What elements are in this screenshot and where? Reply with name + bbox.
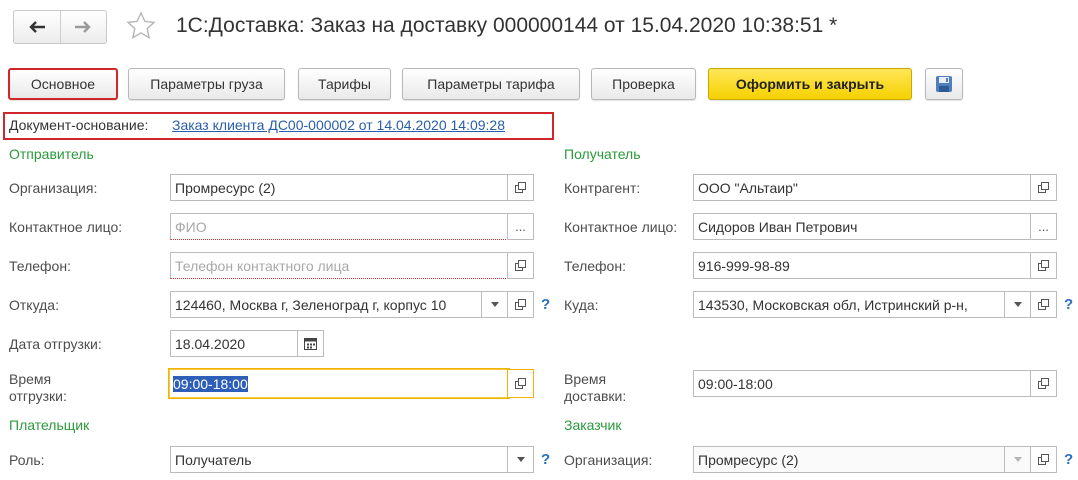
recipient-phone-label: Телефон: (564, 258, 626, 274)
payer-role-dropdown-button[interactable] (507, 446, 534, 473)
chevron-down-icon (516, 457, 525, 462)
delivery-time-label-line2: доставки: (564, 388, 627, 404)
ship-date-label: Дата отгрузки: (9, 336, 102, 352)
page-title: 1С:Доставка: Заказ на доставку 000000144… (176, 14, 838, 37)
sender-from-open-button[interactable] (507, 291, 534, 318)
arrow-left-icon (29, 21, 45, 33)
payer-role-help-icon[interactable]: ? (541, 451, 550, 468)
floppy-disk-icon (936, 76, 952, 92)
delivery-time-label-line1: Время (564, 371, 607, 387)
save-and-close-button[interactable]: Оформить и закрыть (708, 68, 912, 100)
sender-phone-open-button[interactable] (507, 252, 534, 279)
basis-document-label: Документ-основание: (9, 117, 149, 133)
recipient-to-field[interactable]: 143530, Московская обл, Истринский р-н, (693, 291, 1005, 318)
open-icon (514, 298, 526, 310)
tariff-params-button[interactable]: Параметры тарифа (402, 68, 580, 100)
sender-phone-field[interactable]: Телефон контактного лица (170, 252, 508, 279)
customer-org-open-button[interactable] (1030, 446, 1057, 473)
recipient-contact-field[interactable]: Сидоров Иван Петрович (693, 213, 1031, 240)
open-icon (1037, 377, 1049, 389)
recipient-counterparty-field[interactable]: ООО "Альтаир" (693, 174, 1031, 201)
sender-from-dropdown-button[interactable] (481, 291, 508, 318)
open-icon (514, 181, 526, 193)
ship-time-selected-text: 09:00-18:00 (173, 375, 248, 392)
ship-date-field[interactable]: 18.04.2020 (170, 330, 298, 357)
customer-org-dropdown-button[interactable] (1004, 446, 1031, 473)
save-button[interactable] (925, 68, 963, 100)
customer-org-field[interactable]: Промресурс (2) (693, 446, 1005, 473)
tab-main-button[interactable]: Основное (8, 68, 118, 100)
recipient-to-dropdown-button[interactable] (1004, 291, 1031, 318)
recipient-phone-open-button[interactable] (1030, 252, 1057, 279)
sender-org-label: Организация: (9, 180, 98, 196)
cargo-params-button[interactable]: Параметры груза (128, 68, 285, 100)
recipient-to-label: Куда: (564, 297, 599, 313)
ship-time-field[interactable]: 09:00-18:00 (168, 368, 510, 399)
customer-org-help-icon[interactable]: ? (1064, 451, 1073, 468)
favorite-button[interactable] (126, 11, 156, 44)
recipient-phone-field[interactable]: 916-999-98-89 (693, 252, 1031, 279)
chevron-down-icon (490, 302, 499, 307)
star-icon (126, 11, 156, 39)
sender-contact-select-button[interactable]: ... (507, 213, 534, 240)
payer-role-field[interactable]: Получатель (170, 446, 508, 473)
recipient-to-help-icon[interactable]: ? (1064, 296, 1073, 313)
ship-time-label-line1: Время (9, 371, 52, 387)
payer-section-title: Плательщик (9, 417, 90, 433)
open-icon (1037, 259, 1049, 271)
customer-section-title: Заказчик (564, 417, 622, 433)
sender-section-title: Отправитель (9, 146, 94, 162)
sender-contact-field[interactable]: ФИО (170, 213, 508, 240)
recipient-contact-label: Контактное лицо: (564, 219, 678, 235)
recipient-counterparty-label: Контрагент: (564, 180, 641, 196)
forward-button[interactable] (59, 11, 107, 43)
sender-phone-label: Телефон: (9, 258, 71, 274)
open-icon (514, 377, 526, 389)
check-button[interactable]: Проверка (591, 68, 696, 100)
sender-from-field[interactable]: 124460, Москва г, Зеленоград г, корпус 1… (170, 291, 482, 318)
customer-org-label: Организация: (564, 452, 653, 468)
chevron-down-icon (1013, 302, 1022, 307)
recipient-to-open-button[interactable] (1030, 291, 1057, 318)
ship-time-label-line2: отгрузки: (9, 388, 67, 404)
ship-time-open-button[interactable] (507, 369, 534, 398)
delivery-time-field[interactable]: 09:00-18:00 (693, 370, 1031, 397)
delivery-time-open-button[interactable] (1030, 370, 1057, 397)
sender-contact-label: Контактное лицо: (9, 219, 123, 235)
sender-org-open-button[interactable] (507, 174, 534, 201)
open-icon (1037, 181, 1049, 193)
tariffs-button[interactable]: Тарифы (298, 68, 391, 100)
navigation-buttons (13, 10, 107, 44)
recipient-section-title: Получатель (564, 146, 641, 162)
back-button[interactable] (14, 11, 60, 43)
open-icon (1037, 453, 1049, 465)
sender-from-label: Откуда: (9, 297, 59, 313)
chevron-down-icon (1013, 457, 1022, 462)
sender-org-field[interactable]: Промресурс (2) (170, 174, 508, 201)
recipient-contact-select-button[interactable]: ... (1030, 213, 1057, 240)
ship-date-calendar-button[interactable] (297, 330, 324, 357)
open-icon (1037, 298, 1049, 310)
basis-document-link[interactable]: Заказ клиента ДС00-000002 от 14.04.2020 … (172, 117, 505, 133)
open-icon (514, 259, 526, 271)
sender-from-help-icon[interactable]: ? (541, 296, 550, 313)
arrow-right-icon (75, 21, 91, 33)
payer-role-label: Роль: (9, 452, 45, 468)
calendar-icon (304, 338, 317, 350)
recipient-counterparty-open-button[interactable] (1030, 174, 1057, 201)
